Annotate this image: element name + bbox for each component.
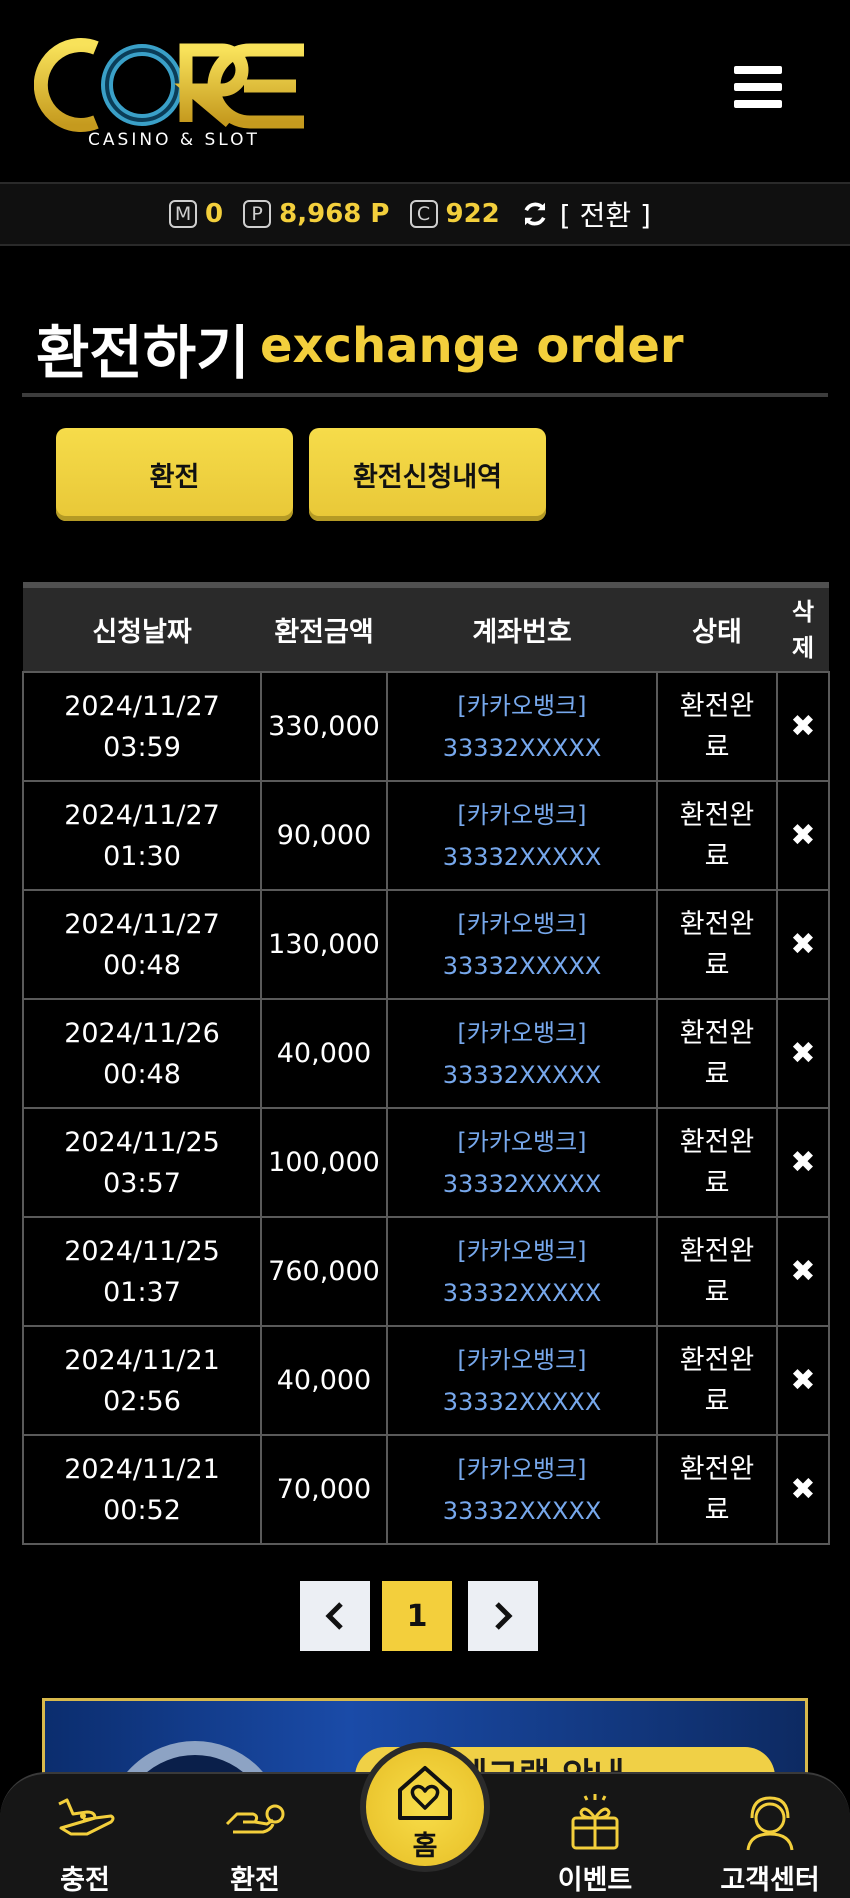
coin-balance: C 922 [409,199,500,229]
account-cell: [카카오뱅크] 33332XXXXX [386,671,658,782]
delete-icon[interactable]: ✖ [776,1434,830,1545]
status-cell: 환전완료 [656,889,778,1000]
coin-value: 922 [445,199,500,229]
header-delete: 삭제 [777,582,829,672]
p-badge-icon: P [243,200,272,228]
home-heart-icon [398,1766,452,1820]
amount-cell: 130,000 [260,889,388,1000]
page-title-korean: 환전하기 [36,319,250,387]
nav-exchange-label: 환전 [230,1865,280,1896]
exchange-history-table: 신청날짜 환전금액 계좌번호 상태 삭제 2024/11/27 03:59 330… [22,582,830,1545]
m-badge-icon: M [169,200,198,228]
chevron-left-icon [325,1602,343,1630]
money-balance: M 0 [169,199,223,229]
table-row: 2024/11/21 02:56 40,000 [카카오뱅크] 33332XXXXX… [22,1325,830,1436]
site-header: CASINO & SLOT [0,0,850,182]
refresh-icon[interactable] [520,199,550,229]
header-status: 상태 [657,582,777,672]
amount-cell: 760,000 [260,1216,388,1327]
date-cell: 2024/11/27 03:59 [22,671,262,782]
status-cell: 환전완료 [656,1107,778,1218]
date-cell: 2024/11/21 00:52 [22,1434,262,1545]
amount-cell: 40,000 [260,1325,388,1436]
account-cell: [카카오뱅크] 33332XXXXX [386,780,658,891]
table-header-row: 신청날짜 환전금액 계좌번호 상태 삭제 [23,582,829,672]
amount-cell: 90,000 [260,780,388,891]
logo-subtitle: CASINO & SLOT [88,130,260,150]
header-account: 계좌번호 [387,582,657,672]
nav-charge[interactable]: 충전 [30,1794,140,1898]
nav-support-label: 고객센터 [720,1865,820,1896]
c-badge-icon: C [409,200,438,228]
table-row: 2024/11/27 01:30 90,000 [카카오뱅크] 33332XXXXX… [22,780,830,891]
convert-button[interactable]: [ 전환 ] [560,194,651,234]
account-cell: [카카오뱅크] 33332XXXXX [386,1107,658,1218]
status-cell: 환전완료 [656,998,778,1109]
nav-home-label: 홈 [412,1831,438,1862]
status-cell: 환전완료 [656,1325,778,1436]
table-row: 2024/11/26 00:48 40,000 [카카오뱅크] 33332XXXXX… [22,998,830,1109]
account-cell: [카카오뱅크] 33332XXXXX [386,889,658,1000]
amount-cell: 100,000 [260,1107,388,1218]
exchange-hand-icon [225,1804,285,1834]
delete-icon[interactable]: ✖ [776,1216,830,1327]
date-cell: 2024/11/27 00:48 [22,889,262,1000]
date-cell: 2024/11/25 01:37 [22,1216,262,1327]
date-cell: 2024/11/21 02:56 [22,1325,262,1436]
delete-icon[interactable]: ✖ [776,889,830,1000]
nav-event-label: 이벤트 [557,1865,633,1896]
nav-exchange[interactable]: 환전 [200,1794,310,1898]
status-cell: 환전완료 [656,1434,778,1545]
date-cell: 2024/11/26 00:48 [22,998,262,1109]
table-row: 2024/11/21 00:52 70,000 [카카오뱅크] 33332XXXXX… [22,1434,830,1545]
header-amount: 환전금액 [261,582,387,672]
prev-page-button[interactable] [300,1581,370,1651]
page-title-english: exchange order [260,318,684,374]
amount-cell: 330,000 [260,671,388,782]
money-value: 0 [205,199,224,229]
account-cell: [카카오뱅크] 33332XXXXX [386,1434,658,1545]
charge-hand-icon [58,1798,115,1836]
amount-cell: 70,000 [260,1434,388,1545]
point-value: 8,968 P [279,199,390,229]
nav-support[interactable]: 고객센터 [710,1794,830,1898]
account-cell: [카카오뱅크] 33332XXXXX [386,998,658,1109]
nav-charge-label: 충전 [60,1865,110,1896]
tab-exchange[interactable]: 환전 [56,428,293,521]
account-cell: [카카오뱅크] 33332XXXXX [386,1325,658,1436]
account-cell: [카카오뱅크] 33332XXXXX [386,1216,658,1327]
point-balance: P 8,968 P [243,199,390,229]
next-page-button[interactable] [468,1581,538,1651]
page-title: 환전하기 exchange order [22,300,828,397]
delete-icon[interactable]: ✖ [776,671,830,782]
status-cell: 환전완료 [656,1216,778,1327]
chevron-right-icon [495,1602,513,1630]
delete-icon[interactable]: ✖ [776,780,830,891]
table-row: 2024/11/27 03:59 330,000 [카카오뱅크] 33332XXXX… [22,671,830,782]
date-cell: 2024/11/27 01:30 [22,780,262,891]
status-cell: 환전완료 [656,671,778,782]
menu-icon[interactable] [734,66,782,110]
table-row: 2024/11/25 01:37 760,000 [카카오뱅크] 33332XXXX… [22,1216,830,1327]
table-row: 2024/11/25 03:57 100,000 [카카오뱅크] 33332XXXX… [22,1107,830,1218]
table-row: 2024/11/27 00:48 130,000 [카카오뱅크] 33332XXXX… [22,889,830,1000]
page-1-button[interactable]: 1 [382,1581,452,1651]
status-cell: 환전완료 [656,780,778,891]
tab-exchange-history[interactable]: 환전신청내역 [309,428,546,521]
support-agent-icon [746,1796,794,1851]
date-cell: 2024/11/25 03:57 [22,1107,262,1218]
nav-event[interactable]: 이벤트 [540,1794,650,1898]
delete-icon[interactable]: ✖ [776,1325,830,1436]
header-date: 신청날짜 [23,582,261,672]
nav-home[interactable]: 홈 [360,1742,490,1872]
delete-icon[interactable]: ✖ [776,998,830,1109]
balance-bar: M 0 P 8,968 P C 922 [ 전환 ] [0,182,850,246]
amount-cell: 40,000 [260,998,388,1109]
delete-icon[interactable]: ✖ [776,1107,830,1218]
core-logo[interactable]: CASINO & SLOT [34,30,314,150]
gift-icon [571,1794,619,1850]
